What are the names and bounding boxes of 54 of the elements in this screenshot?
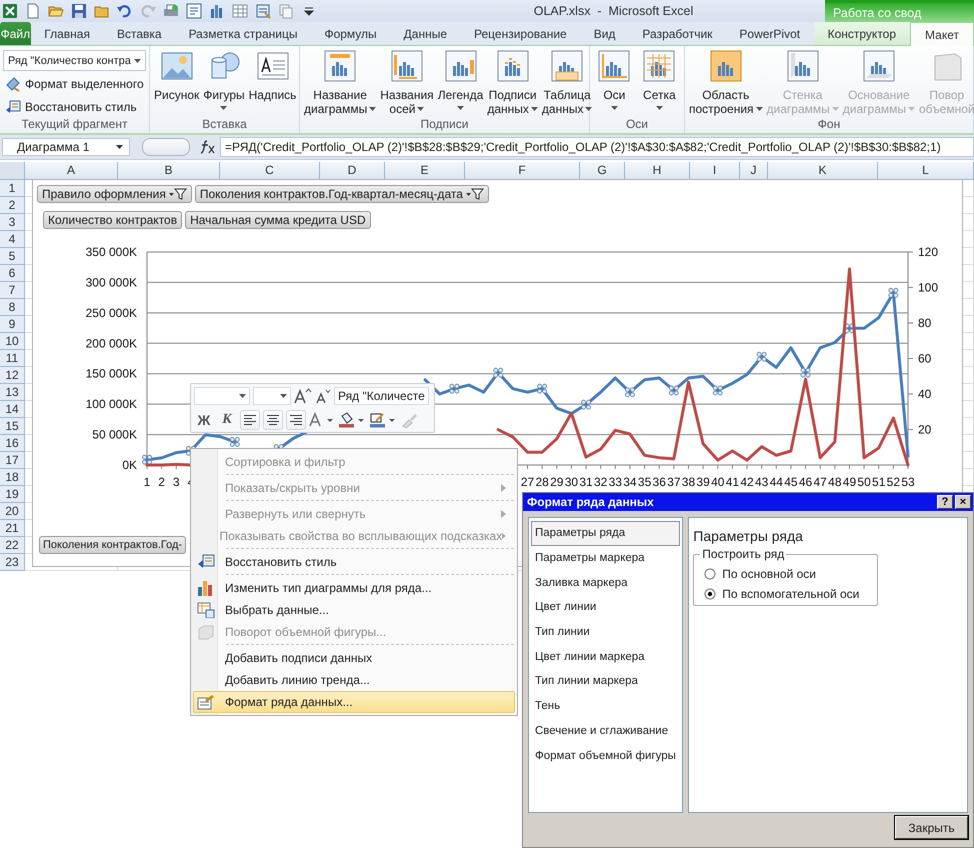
axis-label: 80 <box>918 316 932 330</box>
axis-label: 43 <box>754 475 768 489</box>
axis-label: 27 <box>520 475 534 489</box>
group-label: Оси <box>624 117 650 133</box>
axis-label: 39 <box>696 475 710 489</box>
axis-label: 300 000K <box>86 275 137 290</box>
window-title: OLAP.xlsx - Microsoft Excel <box>532 4 694 18</box>
axis-label: 29 <box>550 475 564 489</box>
axis-label: 38 <box>682 475 696 489</box>
axis-label: 45 <box>784 475 798 489</box>
axis-label: 47 <box>814 475 827 489</box>
axis-label: 42 <box>740 475 754 489</box>
axis-label: 200 000K <box>86 336 137 350</box>
axis-label: 37 <box>667 475 681 489</box>
axis-label: 48 <box>828 475 842 489</box>
group-label: Текущий фрагмент <box>20 117 128 133</box>
axis-label: 33 <box>608 475 622 489</box>
axis-label: 51 <box>872 475 886 489</box>
axis-label: 3 <box>172 475 180 489</box>
axis-label: 34 <box>623 475 637 489</box>
axis-label: 44 <box>770 475 783 489</box>
axis-label: 46 <box>798 475 812 489</box>
group-label: Подписи <box>420 117 470 133</box>
axis-label: 60 <box>918 352 932 366</box>
axis-label: 52 <box>886 475 900 489</box>
axis-label: 100 000K <box>86 397 137 412</box>
axis-label: 40 <box>918 387 932 401</box>
axis-label: 0K <box>122 458 137 472</box>
axis-label: 50 <box>857 475 871 489</box>
axis-label: 20 <box>918 422 932 436</box>
axis-label: 1 <box>144 475 150 489</box>
axis-label: 30 <box>564 475 578 489</box>
axis-label: 250 000K <box>86 306 137 320</box>
axis-label: 2 <box>158 475 165 489</box>
axis-label: 120 <box>918 245 938 259</box>
axis-label: 50 000K <box>92 428 137 442</box>
axis-label: 49 <box>842 475 856 489</box>
axis-label: 36 <box>652 475 666 489</box>
axis-label: 100 <box>918 280 938 294</box>
axis-label: 53 <box>901 475 915 489</box>
axis-label: 41 <box>726 475 740 489</box>
group-label: Фон <box>816 117 842 133</box>
axis-label: 35 <box>638 475 652 489</box>
axis-label: 350 000K <box>86 245 137 259</box>
axis-label: 31 <box>579 475 593 489</box>
axis-label: 150 000K <box>86 366 137 381</box>
dialog-title: Формат ряда данных <box>527 495 655 509</box>
axis-label: 40 <box>711 475 724 489</box>
axis-label: 28 <box>535 475 549 489</box>
group-label: Вставка <box>201 117 248 133</box>
group-title: Построить ряд <box>700 547 786 561</box>
contextual-tab-header: Работа со свод <box>825 0 974 22</box>
panel-heading: Параметры ряда <box>693 528 804 544</box>
axis-label: 32 <box>594 475 608 489</box>
